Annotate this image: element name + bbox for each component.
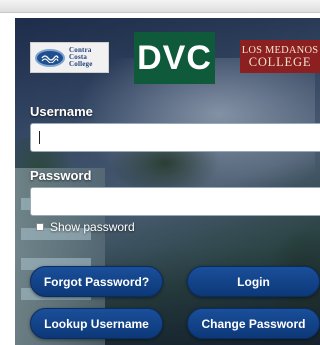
ccc-emblem-icon xyxy=(35,48,65,67)
username-label: Username xyxy=(30,104,93,119)
text-caret xyxy=(39,131,40,144)
show-password-checkbox[interactable] xyxy=(36,223,44,231)
password-label: Password xyxy=(30,168,92,183)
lmc-line-1: LOS MEDANOS xyxy=(241,44,319,56)
contra-costa-college-logo: Contra Costa College xyxy=(30,42,109,73)
show-password-toggle[interactable]: Show password xyxy=(36,220,135,234)
ccc-wordmark: Contra Costa College xyxy=(69,47,93,68)
ccc-line-3: College xyxy=(69,60,93,68)
dvc-wordmark: DVC xyxy=(137,38,212,77)
change-password-button[interactable]: Change Password xyxy=(187,308,320,339)
lookup-username-button[interactable]: Lookup Username xyxy=(30,308,163,339)
lmc-line-2: COLLEGE xyxy=(248,54,312,69)
show-password-label: Show password xyxy=(50,220,135,234)
password-input[interactable] xyxy=(30,187,320,216)
username-input[interactable] xyxy=(30,123,320,152)
dvc-logo: DVC xyxy=(134,32,215,84)
los-medanos-college-logo: LOS MEDANOS COLLEGE xyxy=(240,40,320,73)
browser-top-bar xyxy=(0,0,320,13)
login-panel: Contra Costa College DVC LOS MEDANOS COL… xyxy=(15,18,320,345)
login-button[interactable]: Login xyxy=(187,266,320,297)
forgot-password-button[interactable]: Forgot Password? xyxy=(30,266,163,297)
